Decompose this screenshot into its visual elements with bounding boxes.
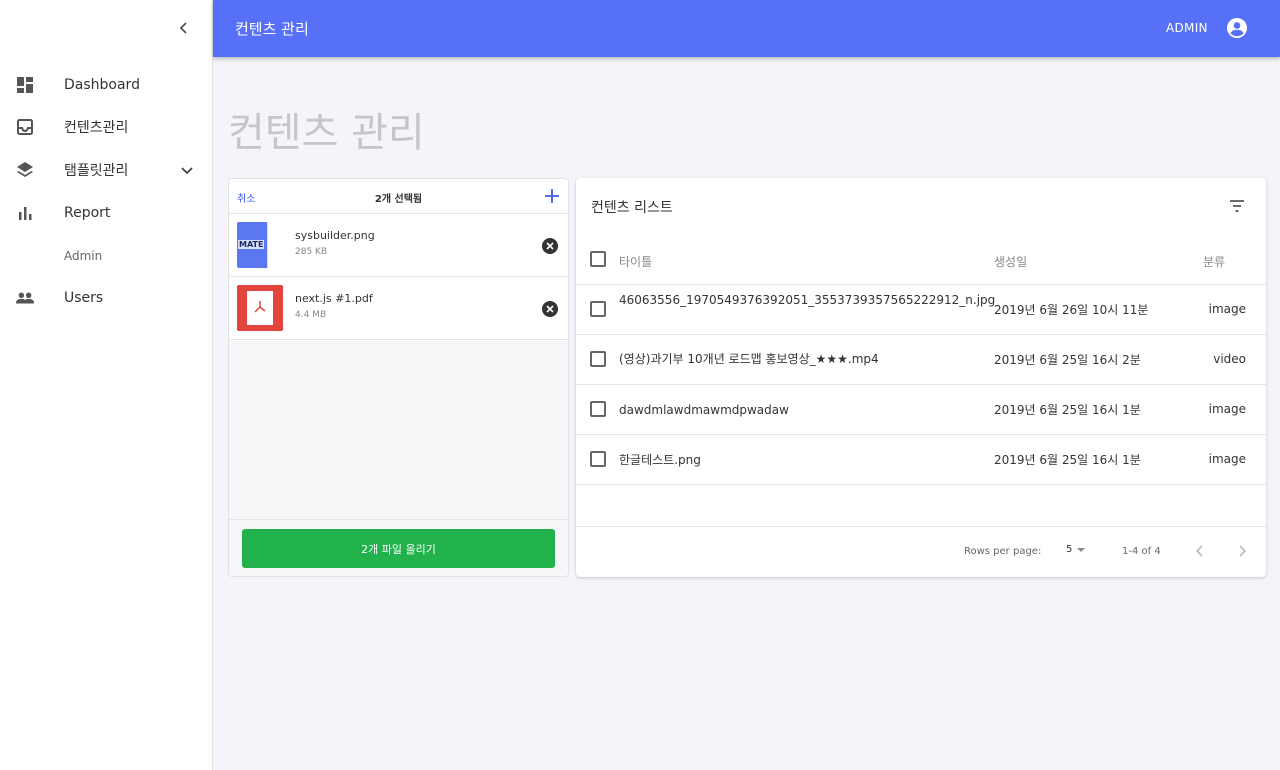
cell-created: 2019년 6월 25일 16시 1분 bbox=[994, 403, 1141, 417]
column-header-created[interactable]: 생성일 bbox=[994, 253, 1027, 270]
file-size: 4.4 MB bbox=[295, 310, 327, 320]
upload-drop-area[interactable] bbox=[229, 341, 568, 519]
user-name[interactable]: ADMIN bbox=[1166, 21, 1208, 35]
file-item: next.js #1.pdf 4.4 MB bbox=[229, 277, 568, 340]
chevron-down-icon bbox=[181, 167, 193, 175]
app-header: 컨텐츠 관리 ADMIN bbox=[213, 0, 1280, 57]
sidebar: Dashboard 컨텐츠관리 탬플릿관리 Report Admin Users bbox=[0, 0, 213, 770]
filter-icon[interactable] bbox=[1227, 196, 1247, 216]
dashboard-icon bbox=[15, 75, 35, 95]
upload-toolbar: 2개 선택됨 취소 bbox=[229, 179, 568, 214]
inbox-icon bbox=[15, 117, 35, 137]
remove-file-icon[interactable] bbox=[542, 238, 558, 254]
sidebar-item-contents[interactable]: 컨텐츠관리 bbox=[0, 106, 212, 148]
remove-file-icon[interactable] bbox=[542, 301, 558, 317]
bar-chart-icon bbox=[15, 203, 35, 223]
upload-panel: 2개 선택됨 취소 MATE sysbuilder.png 285 KB nex… bbox=[228, 178, 569, 577]
cell-created: 2019년 6월 25일 16시 2분 bbox=[994, 353, 1141, 367]
file-item: MATE sysbuilder.png 285 KB bbox=[229, 214, 568, 277]
row-checkbox[interactable] bbox=[590, 401, 606, 417]
row-checkbox[interactable] bbox=[590, 301, 606, 317]
table-row[interactable]: (영상)과기부 10개년 로드맵 홍보영상_★★★.mp4 2019년 6월 2… bbox=[576, 334, 1266, 384]
cell-type: image bbox=[1208, 402, 1246, 416]
cell-title: (영상)과기부 10개년 로드맵 홍보영상_★★★.mp4 bbox=[619, 352, 879, 366]
add-icon[interactable] bbox=[543, 187, 561, 205]
rows-per-page-select[interactable]: 5 bbox=[1066, 544, 1086, 555]
table-row[interactable]: 46063556_1970549376392051_35537393575652… bbox=[576, 284, 1266, 334]
sidebar-item-dashboard[interactable]: Dashboard bbox=[0, 64, 212, 106]
pdf-file-icon bbox=[237, 285, 283, 331]
cell-created: 2019년 6월 25일 16시 1분 bbox=[994, 453, 1141, 467]
chevron-left-icon bbox=[179, 22, 187, 34]
file-size: 285 KB bbox=[295, 247, 328, 257]
cancel-button[interactable]: 취소 bbox=[237, 190, 255, 205]
rows-per-page-value: 5 bbox=[1066, 544, 1073, 555]
table-row[interactable]: dawdmlawdmawmdpwadaw 2019년 6월 25일 16시 1분… bbox=[576, 384, 1266, 434]
cell-type: image bbox=[1208, 302, 1246, 316]
page-title: 컨텐츠 관리 bbox=[228, 110, 425, 156]
cell-title: dawdmlawdmawmdpwadaw bbox=[619, 403, 789, 417]
pagination: Rows per page: 5 1-4 of 4 bbox=[576, 526, 1266, 577]
header-title: 컨텐츠 관리 bbox=[235, 20, 309, 38]
list-title: 컨텐츠 리스트 bbox=[591, 200, 673, 216]
sidebar-item-label: Users bbox=[64, 290, 104, 306]
layers-icon bbox=[15, 160, 35, 180]
people-icon bbox=[15, 288, 35, 308]
select-all-checkbox[interactable] bbox=[590, 251, 606, 267]
content-list-card: 컨텐츠 리스트 타이틀 생성일 분류 46063556_197054937639… bbox=[576, 178, 1266, 577]
previous-page-icon[interactable] bbox=[1191, 542, 1209, 560]
rows-per-page-label: Rows per page: bbox=[964, 546, 1042, 557]
cell-type: video bbox=[1213, 352, 1246, 366]
selected-count: 2개 선택됨 bbox=[374, 194, 423, 205]
row-checkbox[interactable] bbox=[590, 351, 606, 367]
sidebar-item-label: Dashboard bbox=[64, 77, 140, 93]
file-thumbnail: MATE bbox=[237, 222, 283, 268]
file-name: sysbuilder.png bbox=[295, 229, 375, 242]
table-divider bbox=[576, 484, 1266, 485]
cell-title: 46063556_1970549376392051_35537393575652… bbox=[619, 293, 996, 307]
dropdown-arrow-icon bbox=[1077, 547, 1086, 552]
cell-type: image bbox=[1208, 452, 1246, 466]
next-page-icon[interactable] bbox=[1233, 542, 1251, 560]
sidebar-item-label: 탬플릿관리 bbox=[64, 163, 129, 179]
thumbnail-text: MATE bbox=[238, 240, 265, 249]
sidebar-item-label: 컨텐츠관리 bbox=[64, 120, 129, 136]
column-header-title[interactable]: 타이틀 bbox=[619, 253, 652, 270]
cell-title: 한글테스트.png bbox=[619, 453, 701, 467]
column-header-type[interactable]: 분류 bbox=[1203, 253, 1225, 270]
sidebar-item-users[interactable]: Users bbox=[0, 277, 212, 319]
row-checkbox[interactable] bbox=[590, 451, 606, 467]
upload-footer: 2개 파일 올리기 bbox=[229, 519, 568, 576]
sidebar-item-templates[interactable]: 탬플릿관리 bbox=[0, 149, 212, 191]
account-circle-icon[interactable] bbox=[1226, 17, 1248, 39]
upload-files-button[interactable]: 2개 파일 올리기 bbox=[242, 529, 555, 568]
table-row[interactable]: 한글테스트.png 2019년 6월 25일 16시 1분 image bbox=[576, 434, 1266, 484]
cell-created: 2019년 6월 26일 10시 11분 bbox=[994, 303, 1149, 317]
file-name: next.js #1.pdf bbox=[295, 292, 373, 305]
collapse-sidebar-button[interactable] bbox=[174, 18, 194, 38]
sidebar-subitem-admin[interactable]: Admin bbox=[64, 249, 102, 263]
page-range: 1-4 of 4 bbox=[1122, 546, 1161, 557]
sidebar-item-label: Report bbox=[64, 205, 111, 221]
sidebar-item-report[interactable]: Report bbox=[0, 192, 212, 234]
